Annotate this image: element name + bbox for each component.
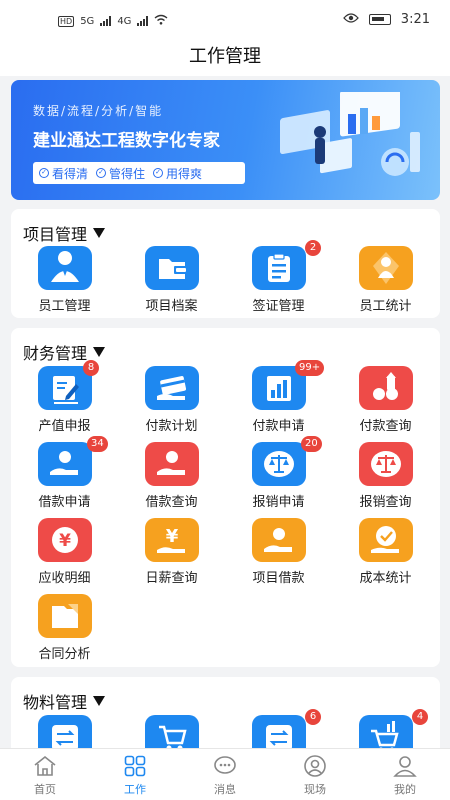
tile-staff-statistics[interactable]: 员工统计 xyxy=(332,246,439,322)
folder-icon xyxy=(145,246,199,290)
tile-staff-management[interactable]: 员工管理 xyxy=(11,246,118,322)
section-finance-management: 财务管理 8 产值申报 付款计划 99+ 付款申请 付款查询 34 借款申请 借… xyxy=(11,328,440,667)
section-project-management: 项目管理 员工管理 项目档案 2 签证管理 员工统计 xyxy=(11,209,440,318)
tile-reimbursement-request[interactable]: 20 报销申请 xyxy=(225,436,332,518)
grid-icon xyxy=(124,755,146,781)
caret-down-icon xyxy=(93,347,106,357)
tile-loan-query[interactable]: 借款查询 xyxy=(118,442,225,518)
signal-icon-2 xyxy=(137,16,149,26)
badge-count: 34 xyxy=(87,436,108,452)
svg-text:¥: ¥ xyxy=(166,526,179,547)
tile-cost-statistics[interactable]: 成本统计 xyxy=(332,518,439,594)
loan-icon xyxy=(38,442,92,486)
banner-chip: ✓ 看得清 xyxy=(39,165,88,182)
banner-title: 建业通达工程数字化专家 xyxy=(33,131,220,151)
caret-down-icon xyxy=(93,696,106,706)
banner-chips: ✓ 看得清 ✓ 管得住 ✓ 用得爽 xyxy=(33,162,245,184)
status-bar: HD 5G 4G 3:21 xyxy=(0,0,450,42)
yen-hand-icon: ¥ xyxy=(145,518,199,562)
network-5g: 5G xyxy=(80,15,95,27)
page-title: 工作管理 xyxy=(189,46,261,67)
battery-icon xyxy=(368,14,391,25)
tile-reimbursement-query[interactable]: 报销查询 xyxy=(332,442,439,518)
tile-receivables-detail[interactable]: ¥ 应收明细 xyxy=(11,518,118,594)
home-icon xyxy=(33,755,57,781)
tile-output-declaration[interactable]: 8 产值申报 xyxy=(11,360,118,442)
badge-count: 99+ xyxy=(295,360,325,376)
promo-banner[interactable]: 数据/流程/分析/智能 建业通达工程数字化专家 ✓ 看得清 ✓ 管得住 ✓ 用得爽 xyxy=(11,80,440,200)
card-pay-icon xyxy=(145,366,199,410)
check-circle-icon: ✓ xyxy=(96,168,107,178)
banner-subtitle: 数据/流程/分析/智能 xyxy=(33,104,164,118)
tile-payment-request[interactable]: 99+ 付款申请 xyxy=(225,360,332,442)
signal-icon xyxy=(100,16,112,26)
badge-count: 20 xyxy=(301,436,322,452)
dashboard-illustration xyxy=(280,92,420,176)
section-title[interactable]: 项目管理 xyxy=(23,221,106,245)
tile-payment-query[interactable]: 付款查询 xyxy=(332,366,439,442)
tile-project-loan[interactable]: 项目借款 xyxy=(225,518,332,594)
scale-icon xyxy=(252,442,306,486)
coins-icon xyxy=(359,366,413,410)
check-hand-icon xyxy=(359,518,413,562)
caret-down-icon xyxy=(93,228,106,238)
badge-count: 8 xyxy=(83,360,99,376)
person-icon xyxy=(38,246,92,290)
message-icon xyxy=(213,755,237,781)
person-stats-icon xyxy=(359,246,413,290)
banner-chip: ✓ 管得住 xyxy=(96,165,145,182)
clock: 3:21 xyxy=(400,12,430,27)
loan-query-icon xyxy=(145,442,199,486)
network-indicators: HD 5G 4G xyxy=(58,14,168,28)
section-title[interactable]: 物料管理 xyxy=(23,689,106,713)
yen-icon: ¥ xyxy=(38,518,92,562)
hand-coin-icon xyxy=(252,518,306,562)
tab-work[interactable]: 工作 xyxy=(90,749,180,800)
tab-mine[interactable]: 我的 xyxy=(360,749,450,800)
contract-folder-icon xyxy=(38,594,92,638)
tab-site[interactable]: 现场 xyxy=(270,749,360,800)
tile-payment-plan[interactable]: 付款计划 xyxy=(118,366,225,442)
hd-icon: HD xyxy=(58,15,75,27)
badge-count: 4 xyxy=(412,709,428,725)
tab-messages[interactable]: 消息 xyxy=(180,749,270,800)
user-icon xyxy=(393,755,417,781)
tile-loan-request[interactable]: 34 借款申请 xyxy=(11,436,118,518)
tile-contract-analysis[interactable]: 合同分析 xyxy=(11,594,118,670)
clipboard-icon xyxy=(252,246,306,290)
tab-home[interactable]: 首页 xyxy=(0,749,90,800)
badge-count: 2 xyxy=(305,240,321,256)
eye-icon xyxy=(342,12,359,27)
network-4g: 4G xyxy=(117,15,132,27)
section-material-management: 物料管理 6 4 xyxy=(11,677,440,759)
tile-visa-management[interactable]: 2 签证管理 xyxy=(225,240,332,322)
tile-daily-salary-query[interactable]: ¥ 日薪查询 xyxy=(118,518,225,594)
scale-query-icon xyxy=(359,442,413,486)
tile-project-archive[interactable]: 项目档案 xyxy=(118,246,225,322)
svg-text:¥: ¥ xyxy=(59,531,71,551)
status-right: 3:21 xyxy=(342,12,430,27)
bottom-tab-bar: 首页 工作 消息 现场 我的 xyxy=(0,748,450,800)
title-bar: 工作管理 xyxy=(0,42,450,76)
banner-chip: ✓ 用得爽 xyxy=(153,165,202,182)
site-icon xyxy=(303,755,327,781)
check-circle-icon: ✓ xyxy=(39,168,49,178)
badge-count: 6 xyxy=(305,709,321,725)
wifi-icon xyxy=(154,14,168,28)
check-circle-icon: ✓ xyxy=(153,168,164,178)
